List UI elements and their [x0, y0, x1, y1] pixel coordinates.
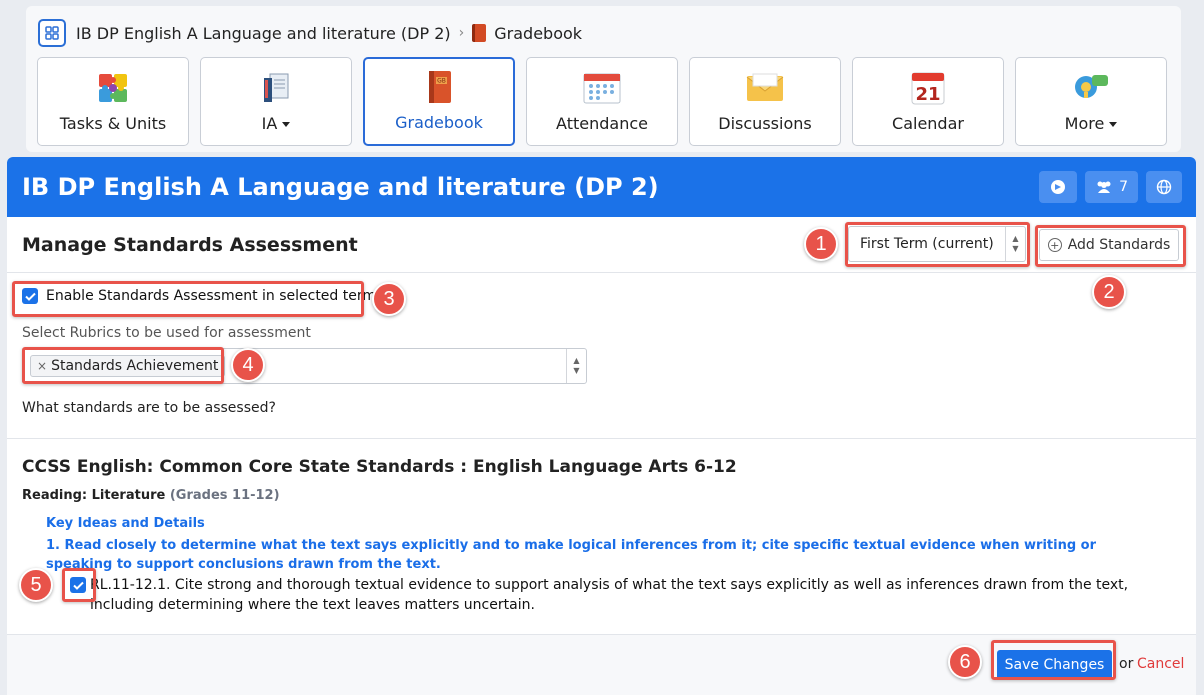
enable-standards-label[interactable]: Enable Standards Assessment in selected …: [46, 288, 376, 304]
tile-label: Gradebook: [395, 113, 483, 132]
members-button[interactable]: 7: [1085, 171, 1138, 203]
standard-item: RL.11-12.1. Cite strong and thorough tex…: [70, 575, 1150, 615]
select-arrows-icon: ▲ ▼: [1005, 227, 1025, 261]
plus-circle-icon: +: [1047, 238, 1062, 252]
callout-4: 4: [231, 348, 265, 382]
standard-checkbox[interactable]: [70, 577, 86, 593]
standards-set-title: CCSS English: Common Core State Standard…: [22, 457, 737, 477]
tile-label: Tasks & Units: [59, 114, 167, 133]
calendar-day: 21: [915, 84, 940, 105]
cluster-heading: Key Ideas and Details: [46, 516, 205, 531]
tile-more[interactable]: More: [1015, 57, 1167, 146]
people-icon: [1097, 181, 1111, 193]
caret-down-icon: [1109, 122, 1118, 127]
standard-text[interactable]: RL.11-12.1. Cite strong and thorough tex…: [90, 575, 1150, 615]
tile-label: Discussions: [718, 114, 812, 133]
module-tiles: Tasks & Units IA GB Gradebook Attendance…: [37, 57, 1167, 146]
globe-button[interactable]: [1146, 171, 1182, 203]
rubrics-select[interactable]: × Standards Achievement ▲ ▼: [22, 348, 587, 384]
breadcrumb-course[interactable]: IB DP English A Language and literature …: [76, 24, 451, 43]
header-actions: 7: [1039, 171, 1182, 203]
tile-calendar[interactable]: 21 Calendar: [852, 57, 1004, 146]
grid-icon[interactable]: [38, 19, 66, 47]
chat-button[interactable]: [1039, 171, 1078, 203]
enable-standards-checkbox[interactable]: [22, 288, 38, 304]
what-standards-label: What standards are to be assessed?: [22, 400, 276, 416]
tile-label-text: More: [1064, 114, 1105, 133]
save-changes-button[interactable]: Save Changes: [997, 650, 1112, 680]
section-bar: Manage Standards Assessment First Term (…: [7, 217, 1196, 273]
course-title: IB DP English A Language and literature …: [22, 173, 659, 201]
checkmark-icon: [24, 292, 36, 301]
standards-panel: IB DP English A Language and literature …: [7, 157, 1196, 695]
svg-text:GB: GB: [437, 78, 446, 85]
tile-label: More: [1065, 114, 1118, 133]
anchor-standard: 1. Read closely to determine what the te…: [46, 538, 1097, 572]
strand-heading: Reading: Literature (Grades 11-12): [22, 488, 280, 503]
tile-ia[interactable]: IA: [200, 57, 352, 146]
gradebook-icon: GB: [420, 69, 458, 105]
strand-grades: (Grades 11-12): [169, 488, 280, 503]
globe-icon: [1156, 179, 1172, 195]
members-count: 7: [1119, 179, 1128, 195]
calendar-icon: 21: [909, 70, 947, 106]
chat-icon: [1051, 180, 1066, 194]
divider: [7, 438, 1196, 439]
term-select[interactable]: First Term (current) ▲ ▼: [848, 226, 1026, 262]
callout-5: 5: [19, 568, 53, 602]
more-bubbles-icon: [1072, 70, 1110, 106]
breadcrumb-current: Gradebook: [494, 23, 583, 43]
breadcrumb: IB DP English A Language and literature …: [38, 18, 582, 48]
callout-6: 6: [948, 645, 982, 679]
tile-label: Attendance: [556, 114, 648, 133]
enable-standards-row: Enable Standards Assessment in selected …: [22, 288, 376, 304]
puzzle-icon: [94, 70, 132, 106]
gradebook-book-icon: [472, 24, 487, 42]
callout-2: 2: [1092, 275, 1126, 309]
form-footer: Save Changes or Cancel: [7, 634, 1196, 695]
ia-documents-icon: [257, 70, 295, 106]
tile-discussions[interactable]: Discussions: [689, 57, 841, 146]
breadcrumb-separator: ›: [458, 25, 465, 41]
checkmark-icon: [72, 581, 84, 590]
or-text: or: [1119, 656, 1134, 672]
envelope-icon: [746, 70, 784, 106]
rubrics-label: Select Rubrics to be used for assessment: [22, 325, 311, 341]
tile-label-text: IA: [261, 114, 278, 133]
add-standards-label: Add Standards: [1067, 237, 1171, 253]
tile-label: IA: [262, 114, 291, 133]
caret-down-icon: [282, 122, 291, 127]
tile-label: Calendar: [892, 114, 964, 133]
term-select-value: First Term (current): [860, 236, 994, 252]
course-header: IB DP English A Language and literature …: [7, 157, 1196, 217]
section-title: Manage Standards Assessment: [22, 233, 358, 256]
strand-name: Reading: Literature: [22, 488, 166, 503]
rubric-tag: × Standards Achievement: [30, 355, 226, 377]
course-navigation: IB DP English A Language and literature …: [26, 6, 1181, 152]
cancel-link[interactable]: Cancel: [1137, 656, 1184, 672]
tile-tasks-units[interactable]: Tasks & Units: [37, 57, 189, 146]
callout-1: 1: [804, 227, 838, 261]
tile-gradebook[interactable]: GB Gradebook: [363, 57, 515, 146]
remove-tag-icon[interactable]: ×: [37, 359, 47, 373]
attendance-icon: [583, 70, 621, 106]
select-arrows-icon: ▲ ▼: [566, 349, 586, 383]
tile-attendance[interactable]: Attendance: [526, 57, 678, 146]
rubric-tag-label: Standards Achievement: [51, 358, 219, 374]
callout-3: 3: [372, 282, 406, 316]
add-standards-button[interactable]: + Add Standards: [1039, 229, 1179, 261]
